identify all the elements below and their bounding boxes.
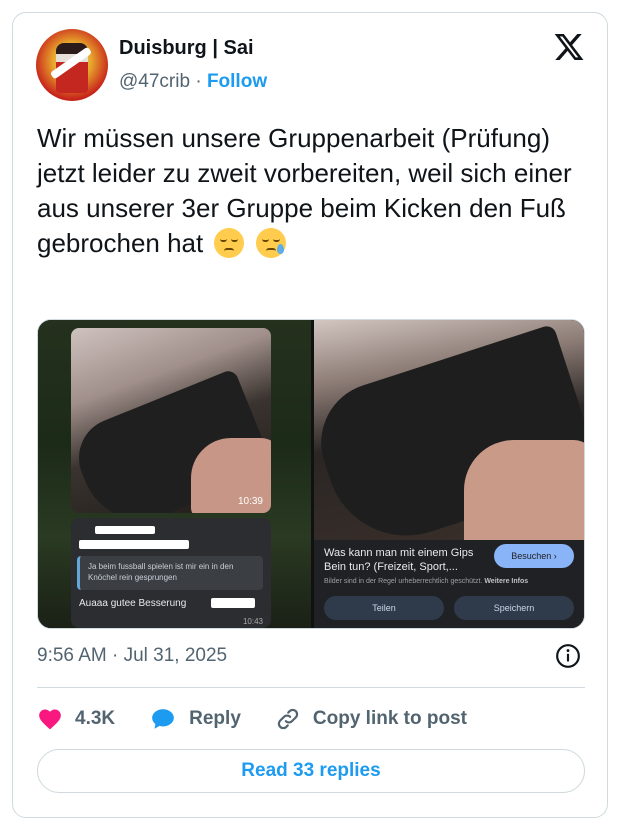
media-image-left[interactable]: 10:39 Ja beim fussball spielen ist mir e… [38, 320, 311, 628]
author-handle[interactable]: @47crib [119, 71, 190, 92]
save-button: Speichern [454, 596, 574, 620]
copy-link-button[interactable]: Copy link to post [275, 706, 467, 732]
chat-photo: 10:39 [71, 328, 271, 513]
pensive-face-icon [214, 228, 245, 258]
info-icon[interactable] [555, 643, 581, 669]
tweet-timestamp[interactable]: 9:56 AM · Jul 31, 2025 [37, 645, 227, 667]
share-button: Teilen [324, 596, 444, 620]
separator-dot: · [195, 71, 202, 92]
reply-label: Reply [189, 708, 241, 729]
media-gallery[interactable]: 10:39 Ja beim fussball spielen ist mir e… [37, 319, 585, 629]
message-time: 10:43 [242, 617, 263, 626]
chat-message: Auaaa gutee Besserung [79, 598, 187, 609]
chat-message-box: Ja beim fussball spielen ist mir ein in … [71, 518, 271, 628]
like-button[interactable]: 4.3K [37, 706, 115, 732]
sleepy-face-icon [255, 228, 286, 258]
google-question: Was kann man mit einem Gips Bein tun? (F… [324, 547, 474, 573]
tweet-text: Wir müssen unsere Gruppenarbeit (Prüfung… [37, 121, 597, 261]
cast-photo [305, 320, 584, 557]
author-avatar[interactable] [36, 29, 108, 101]
divider [37, 687, 585, 688]
link-icon [277, 708, 299, 730]
copy-link-label: Copy link to post [312, 708, 467, 729]
google-lens-panel: Was kann man mit einem Gips Bein tun? (F… [314, 540, 584, 628]
reply-bubble-icon [152, 709, 174, 729]
tweet-body: Wir müssen unsere Gruppenarbeit (Prüfung… [37, 123, 572, 258]
like-count: 4.3K [75, 708, 116, 729]
tweet-card: Duisburg | Sai @47crib · Follow Wir müss… [12, 12, 608, 818]
author-handle-row: @47crib · Follow [119, 71, 267, 93]
action-bar: 4.3K Reply Copy link to post [37, 703, 501, 735]
heart-icon [39, 709, 61, 730]
copyright-note: Bilder sind in der Regel urheberrechtlic… [324, 578, 529, 585]
read-replies-button[interactable]: Read 33 replies [37, 749, 585, 793]
follow-button[interactable]: Follow [207, 71, 267, 92]
media-image-right[interactable]: Was kann man mit einem Gips Bein tun? (F… [305, 320, 584, 628]
author-display-name[interactable]: Duisburg | Sai [119, 37, 254, 60]
x-logo-icon[interactable] [553, 31, 585, 63]
quoted-message: Ja beim fussball spielen ist mir ein in … [77, 556, 263, 590]
photo-time: 10:39 [237, 496, 263, 507]
reply-button[interactable]: Reply [149, 706, 241, 732]
visit-button: Besuchen › [494, 544, 574, 568]
